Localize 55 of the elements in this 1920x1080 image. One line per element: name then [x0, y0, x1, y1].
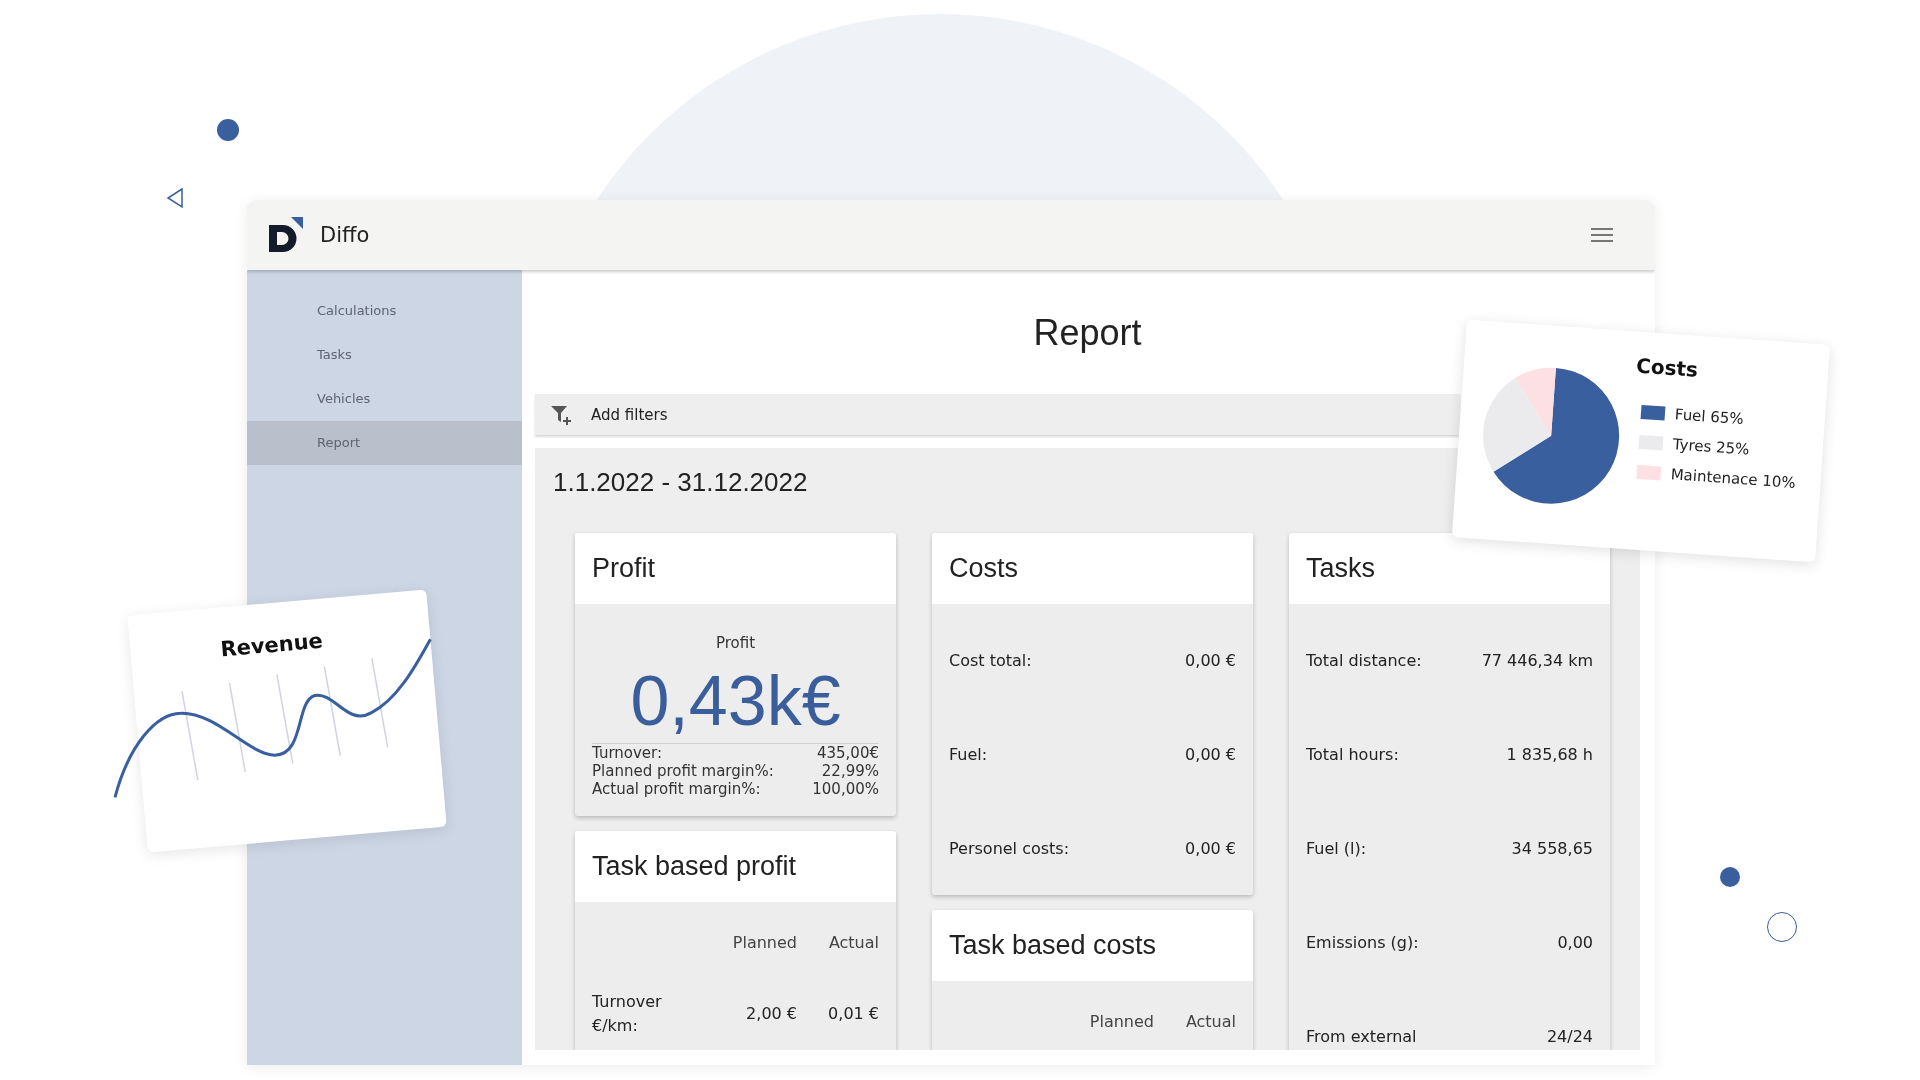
chart-title: Costs	[1634, 352, 1700, 384]
row-label: Fuel:	[949, 745, 988, 765]
row-label: Personel costs:	[949, 839, 1070, 859]
row-value: 77 446,34 km	[1481, 651, 1593, 671]
date-range: 1.1.2022 - 31.12.2022	[553, 466, 809, 498]
row-label: Total distance:	[1306, 651, 1422, 671]
row-label: Actual profit margin%:	[592, 780, 761, 798]
decorative-dot	[217, 119, 239, 141]
logo-icon	[267, 216, 305, 254]
sidebar-item[interactable]: Vehicles	[247, 377, 522, 421]
card-title: Costs	[932, 533, 1253, 604]
table-cell-text: 2,00 €	[745, 1003, 797, 1025]
menu-icon	[1591, 227, 1613, 243]
app-name: Diffo	[320, 223, 370, 247]
row-value: 0,00 €	[1185, 745, 1236, 765]
filter-add-icon	[551, 404, 573, 425]
row-value: 0,00	[1557, 933, 1593, 953]
column-header: Actual	[1184, 1011, 1236, 1033]
row-label: Planned profit margin%:	[592, 762, 774, 780]
row-label: Turnover €/km:	[592, 991, 663, 1037]
row-label: Emissions (g):	[1306, 933, 1419, 953]
sidebar-item[interactable]: Tasks	[247, 333, 522, 377]
table-cell-text: 0,01 €	[827, 1003, 879, 1025]
row-value: 22,99%	[821, 762, 879, 780]
add-filters-button[interactable]: Add filters	[535, 394, 1460, 435]
sidebar-item[interactable]: Report	[247, 421, 522, 465]
row-value: 24/24	[1546, 1027, 1593, 1047]
legend-label: Fuel 65%	[1674, 405, 1745, 429]
profit-value: 0,43k€	[592, 653, 879, 744]
row-label: Total hours:	[1306, 745, 1399, 765]
column-header: Planned	[1088, 1011, 1154, 1033]
legend-label: Tyres 25%	[1672, 435, 1750, 459]
row-value: 0,00 €	[1185, 839, 1236, 859]
column-header: Actual	[827, 932, 879, 954]
triangle-icon	[165, 187, 185, 209]
row-label: Turnover:	[592, 744, 663, 762]
row-value: 1 835,68 h	[1506, 745, 1593, 765]
sidebar-item[interactable]: Calculations	[247, 289, 522, 333]
row-label: From external	[1306, 1027, 1417, 1047]
card-title: Profit	[575, 533, 896, 604]
card-title: Task based profit	[575, 831, 896, 902]
row-value: 100,00%	[812, 780, 879, 798]
legend-label: Maintenace 10%	[1670, 465, 1797, 492]
row-label: Cost total:	[949, 651, 1032, 671]
metric-label: Profit	[714, 633, 757, 653]
card-title: Task based costs	[932, 910, 1253, 981]
row-value: 0,00 €	[1185, 651, 1236, 671]
decorative-dot	[1720, 867, 1740, 887]
page-title: Report	[1032, 311, 1143, 355]
row-label: Fuel (l):	[1306, 839, 1367, 859]
row-value: 435,00€	[816, 744, 879, 762]
row-value: 34 558,65	[1511, 839, 1593, 859]
card-title: Tasks	[1289, 533, 1610, 604]
card-title: Revenue	[219, 628, 324, 662]
column-header: Planned	[731, 932, 797, 954]
